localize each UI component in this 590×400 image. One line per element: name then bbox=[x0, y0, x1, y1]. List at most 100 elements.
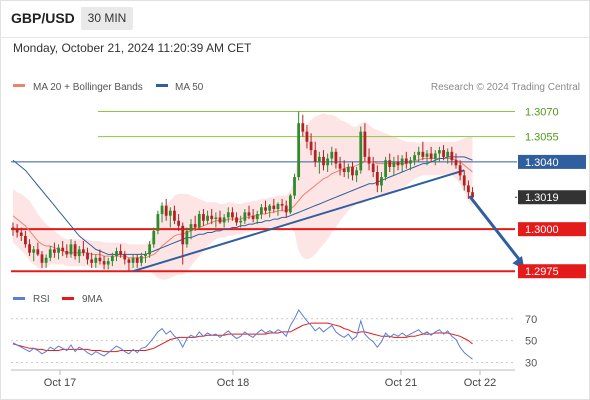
candle-body bbox=[168, 210, 172, 216]
candle-body bbox=[19, 232, 23, 236]
candle-body bbox=[342, 168, 346, 172]
candle-body bbox=[44, 257, 48, 263]
ma20-legend-swatch bbox=[13, 84, 25, 87]
candle-body bbox=[218, 217, 222, 223]
candle-body bbox=[98, 257, 102, 262]
candle-body bbox=[160, 205, 164, 215]
rsi-line bbox=[12, 309, 473, 360]
rsi-ma9-line bbox=[12, 322, 473, 353]
candle-body bbox=[57, 247, 60, 253]
candle-body bbox=[260, 207, 263, 215]
candle-body bbox=[425, 153, 429, 157]
level-label-1.3055: 1.3055 bbox=[525, 132, 559, 144]
candle-body bbox=[226, 212, 230, 218]
candle-body bbox=[110, 256, 114, 262]
candle-body bbox=[251, 215, 255, 220]
main-legend: MA 20 + Bollinger Bands MA 50 Research ©… bbox=[13, 82, 580, 93]
candle-body bbox=[322, 156, 325, 166]
candle-body bbox=[144, 254, 147, 257]
price-chart: MA 20 + Bollinger Bands MA 50 Research ©… bbox=[11, 82, 586, 389]
forecast-arrow bbox=[468, 195, 525, 270]
candle-body bbox=[197, 214, 201, 228]
candle-body bbox=[135, 257, 139, 263]
candle-body bbox=[458, 165, 462, 176]
x-tick-label: Oct 17 bbox=[44, 377, 76, 389]
candle-body bbox=[210, 215, 214, 220]
candle-body bbox=[380, 177, 383, 186]
candle-body bbox=[359, 131, 363, 171]
candle-body bbox=[131, 257, 135, 263]
candle-body bbox=[309, 141, 313, 151]
candle-body bbox=[417, 151, 421, 156]
candle-body bbox=[255, 214, 259, 220]
level-label-1.3019: 1.3019 bbox=[525, 192, 559, 204]
ma9-legend-swatch bbox=[62, 297, 74, 300]
rsi-legend-label: RSI bbox=[33, 294, 50, 305]
candle-body bbox=[276, 203, 280, 209]
candle-body bbox=[152, 230, 156, 245]
candle-body bbox=[90, 259, 94, 263]
candle-body bbox=[413, 155, 416, 161]
candle-body bbox=[32, 249, 36, 253]
x-tick-label: Oct 21 bbox=[385, 377, 417, 389]
candle-body bbox=[181, 225, 185, 245]
candle-body bbox=[11, 227, 15, 230]
candle-body bbox=[235, 217, 238, 223]
candle-body bbox=[193, 224, 197, 228]
rsi-panel: 70 50 30 bbox=[11, 309, 537, 370]
candle-body bbox=[429, 153, 433, 159]
candle-body bbox=[409, 160, 412, 164]
candle-body bbox=[293, 177, 296, 196]
ma9-legend-label: 9MA bbox=[82, 294, 103, 305]
candle-body bbox=[106, 261, 110, 265]
candle-body bbox=[206, 215, 209, 221]
candle-body bbox=[284, 205, 288, 213]
candle-body bbox=[467, 185, 470, 193]
candle-body bbox=[363, 131, 367, 157]
candle-body bbox=[24, 235, 27, 245]
candle-body bbox=[102, 261, 106, 265]
bollinger-bands bbox=[13, 113, 473, 280]
candle-body bbox=[280, 203, 284, 206]
candle-body bbox=[264, 207, 267, 211]
candle-body bbox=[127, 259, 131, 263]
candle-body bbox=[77, 249, 81, 257]
rsi-tick-50: 50 bbox=[525, 336, 537, 348]
candle-body bbox=[442, 150, 445, 157]
rsi-tick-30: 30 bbox=[525, 358, 537, 370]
bollinger-band-area bbox=[13, 113, 473, 280]
level-label-1.3040: 1.3040 bbox=[525, 157, 559, 169]
candle-body bbox=[355, 170, 359, 176]
candle-body bbox=[164, 205, 168, 216]
candle-body bbox=[185, 230, 189, 245]
candle-body bbox=[288, 195, 292, 213]
candle-body bbox=[239, 220, 243, 223]
level-label-1.3000: 1.3000 bbox=[525, 224, 559, 236]
rsi-legend: RSI 9MA bbox=[13, 294, 103, 305]
rsi-tick-70: 70 bbox=[525, 314, 537, 326]
ma50-legend-label: MA 50 bbox=[175, 82, 204, 93]
candle-body bbox=[214, 217, 218, 220]
candle-body bbox=[338, 163, 342, 169]
candle-body bbox=[268, 205, 272, 211]
candle-body bbox=[313, 150, 317, 162]
candle-body bbox=[36, 249, 40, 255]
candle-body bbox=[81, 249, 85, 253]
candle-body bbox=[371, 163, 375, 172]
candle-body bbox=[351, 166, 354, 176]
candle-body bbox=[231, 212, 234, 218]
candle-body bbox=[404, 158, 408, 164]
candle-body bbox=[438, 150, 441, 154]
x-tick-label: Oct 18 bbox=[217, 377, 249, 389]
research-credit: Research © 2024 Trading Central bbox=[431, 82, 580, 93]
candle-body bbox=[173, 210, 176, 221]
x-tick-label: Oct 22 bbox=[464, 377, 496, 389]
candle-body bbox=[15, 229, 19, 233]
candle-body bbox=[272, 205, 276, 209]
candle-body bbox=[301, 123, 305, 132]
candle-body bbox=[123, 254, 127, 260]
candle-body bbox=[48, 249, 52, 258]
candle-body bbox=[433, 153, 437, 159]
candle-body bbox=[400, 158, 404, 166]
candle-body bbox=[330, 151, 334, 159]
